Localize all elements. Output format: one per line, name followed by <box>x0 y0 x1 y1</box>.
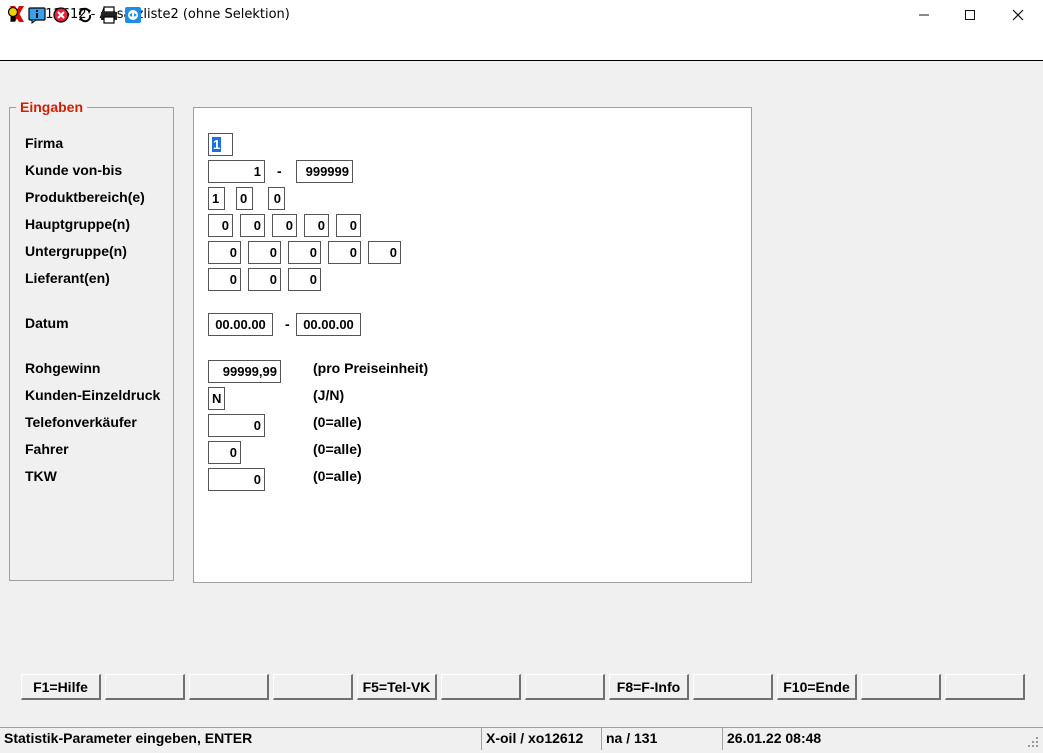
fkey-f10-ende[interactable]: F10=Ende <box>777 674 857 700</box>
maximize-icon <box>965 10 975 20</box>
print-icon[interactable] <box>100 6 118 24</box>
untergruppe-input-3[interactable]: 0 <box>288 241 321 264</box>
lieferant-input-1[interactable]: 0 <box>208 268 241 291</box>
info-icon[interactable] <box>28 6 46 24</box>
status-app: X-oil / xo12612 <box>481 728 600 750</box>
produktbereich-input-1[interactable]: 1 <box>208 187 225 210</box>
fkey-f8-f-info[interactable]: F8=F-Info <box>609 674 689 700</box>
label-produktbereich: Produktbereich(e) <box>25 189 145 205</box>
tkw-hint: (0=alle) <box>313 468 362 484</box>
lieferant-input-3[interactable]: 0 <box>288 268 321 291</box>
kunde-separator: - <box>277 163 282 179</box>
fkey-f6[interactable] <box>441 674 521 700</box>
fahrer-input[interactable]: 0 <box>208 441 241 464</box>
remote-support-icon[interactable] <box>124 6 142 24</box>
label-untergruppe: Untergruppe(n) <box>25 243 127 259</box>
fkey-f1-hilfe[interactable]: F1=Hilfe <box>21 674 101 700</box>
status-message: Statistik-Parameter eingeben, ENTER <box>4 730 253 746</box>
label-telefonverkaeufer: Telefonverkäufer <box>25 414 137 430</box>
datum-bis-input[interactable]: 00.00.00 <box>296 313 361 336</box>
status-datetime: 26.01.22 08:48 <box>722 728 1022 750</box>
fkey-f4[interactable] <box>273 674 353 700</box>
einzeldruck-hint: (J/N) <box>313 387 345 403</box>
untergruppe-input-4[interactable]: 0 <box>328 241 361 264</box>
firma-value: 1 <box>212 137 222 152</box>
hauptgruppe-input-2[interactable]: 0 <box>240 214 265 237</box>
maximize-button[interactable] <box>947 0 993 30</box>
fkey-f12[interactable] <box>945 674 1025 700</box>
toolbar <box>0 30 1043 61</box>
untergruppe-input-1[interactable]: 0 <box>208 241 241 264</box>
tkw-input[interactable]: 0 <box>208 468 265 491</box>
hauptgruppe-input-4[interactable]: 0 <box>304 214 329 237</box>
hauptgruppe-input-3[interactable]: 0 <box>272 214 297 237</box>
kunde-bis-input[interactable]: 999999 <box>296 160 353 183</box>
close-button[interactable] <box>995 0 1041 30</box>
label-tkw: TKW <box>25 468 57 484</box>
hauptgruppe-input-1[interactable]: 0 <box>208 214 233 237</box>
firma-input[interactable]: 1 <box>208 133 233 156</box>
rohgewinn-hint: (pro Preiseinheit) <box>313 360 429 376</box>
hauptgruppe-input-5[interactable]: 0 <box>336 214 361 237</box>
cancel-icon[interactable] <box>52 6 70 24</box>
einzeldruck-input[interactable]: N <box>208 387 225 410</box>
minimize-button[interactable] <box>901 0 947 30</box>
label-firma: Firma <box>25 135 64 151</box>
status-info: na / 131 <box>601 728 721 750</box>
eingaben-groupbox <box>9 107 174 581</box>
groupbox-legend: Eingaben <box>16 99 88 115</box>
fkey-f2[interactable] <box>105 674 185 700</box>
fkey-f7[interactable] <box>525 674 605 700</box>
label-einzeldruck: Kunden-Einzeldruck <box>25 387 161 403</box>
kunde-von-input[interactable]: 1 <box>208 160 265 183</box>
label-fahrer: Fahrer <box>25 441 69 457</box>
untergruppe-input-2[interactable]: 0 <box>248 241 281 264</box>
label-datum: Datum <box>25 315 69 331</box>
fkey-f11[interactable] <box>861 674 941 700</box>
lieferant-input-2[interactable]: 0 <box>248 268 281 291</box>
label-kunde: Kunde von-bis <box>25 162 123 178</box>
datum-separator: - <box>285 316 290 332</box>
label-hauptgruppe: Hauptgruppe(n) <box>25 216 130 232</box>
produktbereich-input-3[interactable]: 0 <box>268 187 285 210</box>
refresh-icon[interactable] <box>76 6 94 24</box>
minimize-icon <box>919 14 929 16</box>
rohgewinn-input[interactable]: 99999,99 <box>208 360 281 383</box>
telefonverkaeufer-hint: (0=alle) <box>313 414 362 430</box>
produktbereich-input-2[interactable]: 0 <box>236 187 253 210</box>
telefonverkaeufer-input[interactable]: 0 <box>208 414 265 437</box>
fahrer-hint: (0=alle) <box>313 441 362 457</box>
close-icon <box>1012 9 1024 21</box>
datum-von-input[interactable]: 00.00.00 <box>208 313 273 336</box>
fkey-f9[interactable] <box>693 674 773 700</box>
resize-grip-icon[interactable] <box>1027 736 1039 748</box>
untergruppe-input-5[interactable]: 0 <box>368 241 401 264</box>
label-rohgewinn: Rohgewinn <box>25 360 101 376</box>
label-lieferant: Lieferant(en) <box>25 270 110 286</box>
fkey-f3[interactable] <box>189 674 269 700</box>
lightbulb-icon[interactable] <box>4 6 22 24</box>
fkey-f5-tel-vk[interactable]: F5=Tel-VK <box>357 674 437 700</box>
